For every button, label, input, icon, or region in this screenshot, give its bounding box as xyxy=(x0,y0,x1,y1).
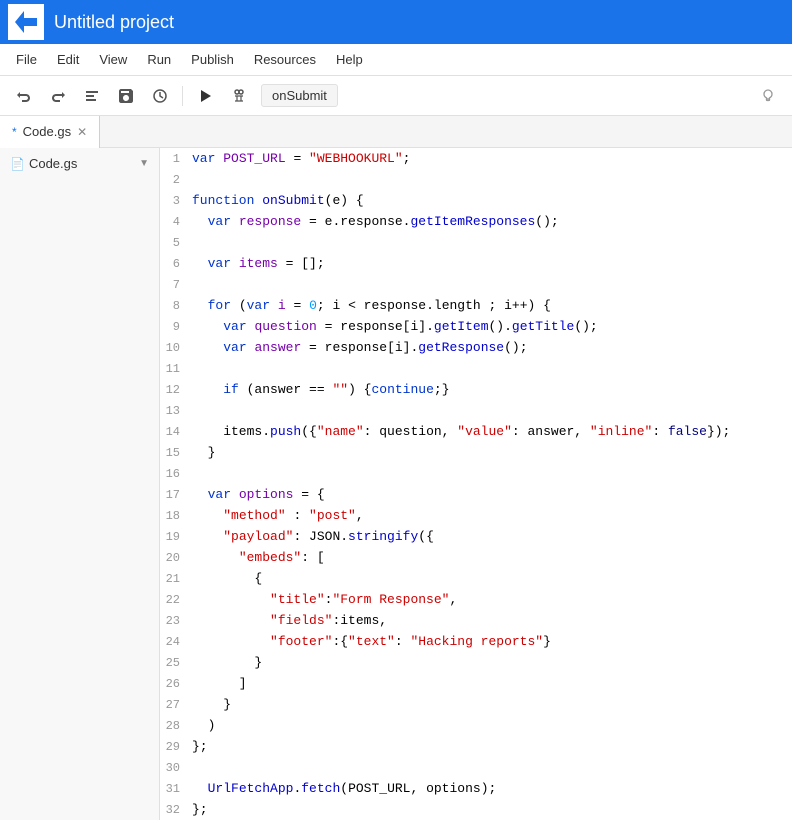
file-icon: 📄 xyxy=(10,157,25,171)
code-line-4: 4 var response = e.response.getItemRespo… xyxy=(160,211,792,232)
run-button[interactable] xyxy=(189,80,221,112)
sidebar-file-item[interactable]: 📄 Code.gs ▼ xyxy=(4,152,155,175)
logo-icon xyxy=(8,4,44,40)
code-line-28: 28 ) xyxy=(160,715,792,736)
tab-code-gs[interactable]: * Code.gs ✕ xyxy=(0,116,100,148)
code-line-17: 17 var options = { xyxy=(160,484,792,505)
project-title: Untitled project xyxy=(54,12,174,33)
code-line-20: 20 "embeds": [ xyxy=(160,547,792,568)
code-line-30: 30 xyxy=(160,757,792,778)
code-line-24: 24 "footer":{"text": "Hacking reports"} xyxy=(160,631,792,652)
code-line-9: 9 var question = response[i].getItem().g… xyxy=(160,316,792,337)
code-line-5: 5 xyxy=(160,232,792,253)
save-button[interactable] xyxy=(110,80,142,112)
code-line-8: 8 for (var i = 0; i < response.length ; … xyxy=(160,295,792,316)
menu-file[interactable]: File xyxy=(8,48,45,71)
tab-close-button[interactable]: ✕ xyxy=(77,125,87,139)
code-line-11: 11 xyxy=(160,358,792,379)
code-line-16: 16 xyxy=(160,463,792,484)
sidebar-dropdown-icon[interactable]: ▼ xyxy=(139,158,149,169)
code-line-2: 2 xyxy=(160,169,792,190)
menu-run[interactable]: Run xyxy=(139,48,179,71)
code-line-14: 14 items.push({"name": question, "value"… xyxy=(160,421,792,442)
code-line-12: 12 if (answer == "") {continue;} xyxy=(160,379,792,400)
code-line-10: 10 var answer = response[i].getResponse(… xyxy=(160,337,792,358)
redo-button[interactable] xyxy=(42,80,74,112)
menu-bar: File Edit View Run Publish Resources Hel… xyxy=(0,44,792,76)
code-line-15: 15 } xyxy=(160,442,792,463)
toolbar: onSubmit xyxy=(0,76,792,116)
undo-button[interactable] xyxy=(8,80,40,112)
top-bar: Untitled project xyxy=(0,0,792,44)
code-line-7: 7 xyxy=(160,274,792,295)
format-button[interactable] xyxy=(76,80,108,112)
code-line-29: 29 }; xyxy=(160,736,792,757)
toolbar-separator-1 xyxy=(182,86,183,106)
code-lines: 1 var POST_URL = "WEBHOOKURL"; 2 3 funct… xyxy=(160,148,792,820)
main-area: * Code.gs ✕ 📄 Code.gs ▼ 1 var POST_URL =… xyxy=(0,116,792,820)
code-line-32: 32 }; xyxy=(160,799,792,820)
code-line-31: 31 UrlFetchApp.fetch(POST_URL, options); xyxy=(160,778,792,799)
code-line-13: 13 xyxy=(160,400,792,421)
menu-edit[interactable]: Edit xyxy=(49,48,87,71)
tabs-bar: * Code.gs ✕ xyxy=(0,116,792,148)
editor-layout: 📄 Code.gs ▼ 1 var POST_URL = "WEBHOOKURL… xyxy=(0,148,792,820)
code-line-18: 18 "method" : "post", xyxy=(160,505,792,526)
menu-help[interactable]: Help xyxy=(328,48,371,71)
sidebar-file-name: Code.gs xyxy=(29,156,77,171)
history-button[interactable] xyxy=(144,80,176,112)
code-line-23: 23 "fields":items, xyxy=(160,610,792,631)
code-editor[interactable]: 1 var POST_URL = "WEBHOOKURL"; 2 3 funct… xyxy=(160,148,792,820)
menu-view[interactable]: View xyxy=(91,48,135,71)
tab-label: Code.gs xyxy=(23,124,71,139)
code-line-1: 1 var POST_URL = "WEBHOOKURL"; xyxy=(160,148,792,169)
menu-resources[interactable]: Resources xyxy=(246,48,324,71)
code-line-19: 19 "payload": JSON.stringify({ xyxy=(160,526,792,547)
menu-publish[interactable]: Publish xyxy=(183,48,242,71)
code-line-27: 27 } xyxy=(160,694,792,715)
code-line-21: 21 { xyxy=(160,568,792,589)
sidebar: 📄 Code.gs ▼ xyxy=(0,148,160,820)
tab-modified-indicator: * xyxy=(12,125,17,139)
code-line-22: 22 "title":"Form Response", xyxy=(160,589,792,610)
code-line-26: 26 ] xyxy=(160,673,792,694)
debug-button[interactable] xyxy=(223,80,255,112)
lightbulb-button[interactable] xyxy=(752,80,784,112)
code-line-6: 6 var items = []; xyxy=(160,253,792,274)
function-selector[interactable]: onSubmit xyxy=(261,84,338,107)
code-line-3: 3 function onSubmit(e) { xyxy=(160,190,792,211)
